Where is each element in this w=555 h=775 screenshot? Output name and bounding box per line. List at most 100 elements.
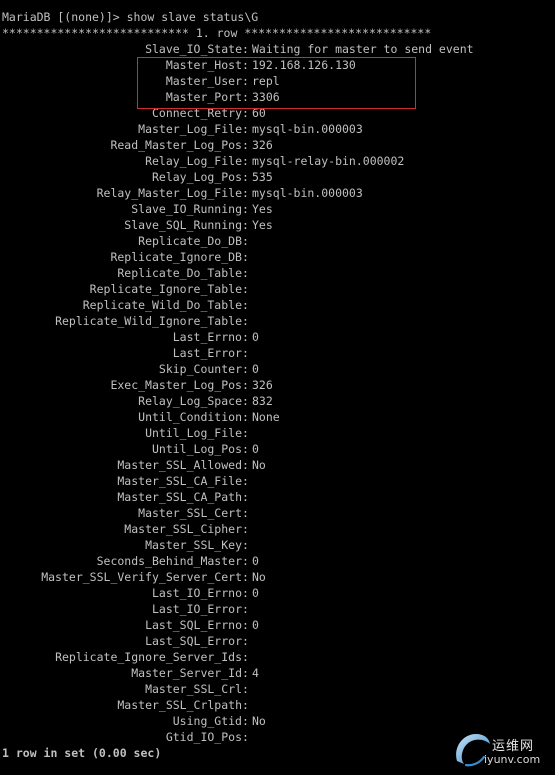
status-field-value: 0 [252, 330, 259, 344]
status-field-separator: : [242, 394, 249, 408]
status-field-separator: : [242, 298, 249, 312]
status-field-separator: : [242, 666, 249, 680]
status-field-row: Replicate_Ignore_Table: [2, 281, 553, 297]
status-field-key: Last_SQL_Errno [145, 618, 242, 632]
status-field-separator: : [242, 250, 249, 264]
status-field-separator: : [242, 650, 249, 664]
status-field-row: Master_SSL_Cert: [2, 505, 553, 521]
prompt-line: MariaDB [(none)]> show slave status\G [2, 10, 259, 24]
status-field-separator: : [242, 634, 249, 648]
status-field-row: Slave_IO_State: Waiting for master to sen… [2, 41, 553, 57]
status-field-row: Replicate_Ignore_Server_Ids: [2, 649, 553, 665]
status-field-key: Master_Log_File [138, 122, 242, 136]
status-field-separator: : [242, 682, 249, 696]
status-field-row: Exec_Master_Log_Pos:326 [2, 377, 553, 393]
status-field-value [252, 345, 553, 361]
status-field-row: Master_SSL_Crl: [2, 681, 553, 697]
status-field-key: Replicate_Ignore_Table [89, 282, 242, 296]
status-field-separator: : [242, 586, 249, 600]
status-field-value [252, 313, 553, 329]
status-field-key: Master_SSL_Crlpath [117, 698, 242, 712]
status-field-separator: : [242, 554, 249, 568]
status-field-key: Replicate_Wild_Ignore_Table [55, 314, 242, 328]
status-field-separator: : [242, 218, 249, 232]
status-field-key: Slave_IO_State [145, 42, 242, 56]
status-field-row: Last_IO_Errno:0 [2, 585, 553, 601]
status-field-row: Until_Condition: None [2, 409, 553, 425]
slave-status-fields: Slave_IO_State: Waiting for master to sen… [2, 41, 553, 745]
status-field-separator: : [242, 186, 249, 200]
status-field-row: Master_Log_File: mysql-bin.000003 [2, 121, 553, 137]
status-field-value: 832 [252, 394, 273, 408]
status-field-separator: : [242, 42, 249, 56]
status-field-separator: : [242, 714, 249, 728]
status-field-key: Gtid_IO_Pos [165, 730, 242, 744]
status-field-key: Master_SSL_CA_File [117, 474, 242, 488]
status-field-key: Master_SSL_Key [145, 538, 242, 552]
status-field-separator: : [242, 426, 249, 440]
status-field-row: Last_Error: [2, 345, 553, 361]
status-field-separator: : [242, 698, 249, 712]
status-field-value [252, 425, 553, 441]
status-field-value: mysql-relay-bin.000002 [252, 154, 405, 168]
status-field-key: Replicate_Do_Table [117, 266, 242, 280]
status-field-key: Last_IO_Error [151, 602, 242, 616]
status-field-key: Last_Error [172, 346, 242, 360]
status-field-separator: : [242, 170, 249, 184]
status-field-value: No [252, 570, 266, 584]
status-field-row: Master_SSL_Key: [2, 537, 553, 553]
watermark-name: 运维网 [492, 739, 535, 754]
status-field-value [252, 265, 553, 281]
status-field-key: Master_SSL_Cipher [124, 522, 242, 536]
status-field-value [252, 681, 553, 697]
status-field-separator: : [242, 202, 249, 216]
status-field-separator: : [242, 154, 249, 168]
status-field-key: Last_SQL_Error [145, 634, 242, 648]
watermark-domain: iyunv.com [484, 753, 541, 766]
status-field-separator: : [242, 122, 249, 136]
status-field-separator: : [242, 234, 249, 248]
status-field-separator: : [242, 266, 249, 280]
status-field-key: Last_Errno [172, 330, 242, 344]
status-field-key: Replicate_Ignore_DB [110, 250, 242, 264]
status-field-key: Until_Condition [138, 410, 242, 424]
status-field-key: Replicate_Do_DB [138, 234, 242, 248]
status-field-value [252, 233, 553, 249]
status-field-row: Skip_Counter:0 [2, 361, 553, 377]
status-field-value: 326 [252, 138, 273, 152]
status-field-separator: : [242, 490, 249, 504]
status-field-row: Read_Master_Log_Pos:326 [2, 137, 553, 153]
status-field-separator: : [242, 138, 249, 152]
status-field-separator: : [242, 378, 249, 392]
status-field-row: Slave_IO_Running: Yes [2, 201, 553, 217]
status-field-value [252, 473, 553, 489]
status-field-row: Replicate_Wild_Ignore_Table: [2, 313, 553, 329]
master-connection-highlight-box [137, 57, 416, 109]
status-field-key: Master_SSL_Crl [145, 682, 242, 696]
status-field-value: 0 [252, 586, 259, 600]
status-field-key: Skip_Counter [158, 362, 242, 376]
status-field-separator: : [242, 730, 249, 744]
status-field-key: Relay_Log_Pos [151, 170, 242, 184]
status-field-value: No [252, 458, 266, 472]
status-field-row: Replicate_Ignore_DB: [2, 249, 553, 265]
status-field-value: mysql-bin.000003 [252, 186, 363, 200]
status-field-value: 535 [252, 170, 273, 184]
status-field-key: Master_SSL_Verify_Server_Cert [41, 570, 242, 584]
status-field-row: Relay_Log_File: mysql-relay-bin.000002 [2, 153, 553, 169]
status-field-value [252, 697, 553, 713]
status-field-row: Master_SSL_Allowed: No [2, 457, 553, 473]
status-field-value: 0 [252, 442, 259, 456]
status-field-key: Slave_SQL_Running [124, 218, 242, 232]
status-field-key: Using_Gtid [172, 714, 242, 728]
status-field-separator: : [242, 570, 249, 584]
terminal-output[interactable]: MariaDB [(none)]> show slave status\G **… [2, 9, 553, 761]
status-field-key: Replicate_Ignore_Server_Ids [55, 650, 242, 664]
status-field-value: None [252, 410, 280, 424]
status-field-key: Master_SSL_Allowed [117, 458, 242, 472]
status-field-row: Replicate_Do_Table: [2, 265, 553, 281]
status-field-value: 0 [252, 618, 259, 632]
status-field-separator: : [242, 474, 249, 488]
status-field-value [252, 537, 553, 553]
status-field-row: Master_SSL_CA_File: [2, 473, 553, 489]
